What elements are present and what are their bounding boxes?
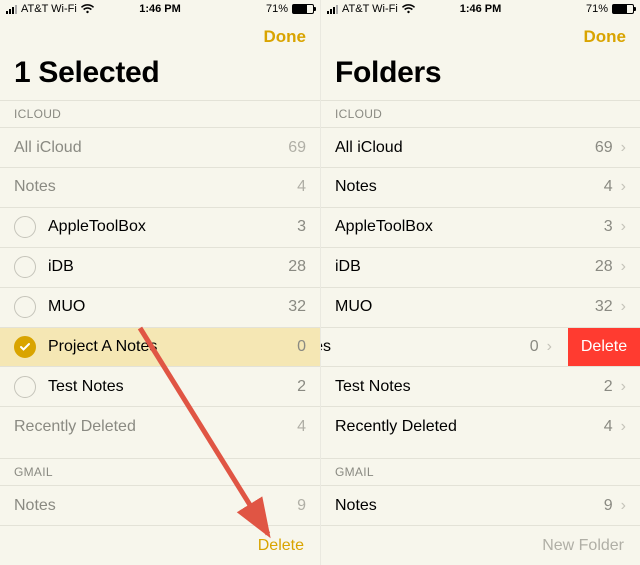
folder-label: Project A Notes	[48, 338, 289, 356]
folder-label: Test Notes	[48, 378, 289, 396]
row-idb[interactable]: iDB 28 ›	[321, 247, 640, 287]
folder-label: AppleToolBox	[335, 218, 596, 236]
section-header-icloud: ICLOUD	[321, 100, 640, 127]
select-circle-icon[interactable]	[14, 216, 36, 238]
folder-label: AppleToolBox	[48, 218, 289, 236]
toolbar: Delete	[0, 525, 320, 565]
folder-count: 4	[604, 418, 613, 436]
done-button[interactable]: Done	[584, 27, 627, 47]
folder-label: All iCloud	[335, 139, 587, 157]
row-notes: Notes 4	[0, 167, 320, 207]
folder-label: Test Notes	[335, 378, 596, 396]
nav-bar: Done	[0, 18, 320, 56]
phone-right: AT&T Wi-Fi 1:46 PM 71% Done Folders ICLO…	[320, 0, 640, 565]
folder-count: 3	[297, 218, 306, 236]
row-test-notes[interactable]: Test Notes 2	[0, 366, 320, 406]
chevron-right-icon: ›	[547, 338, 552, 356]
folder-label: MUO	[48, 298, 280, 316]
folder-label: Notes	[14, 178, 289, 196]
row-appletoolbox[interactable]: AppleToolBox 3	[0, 207, 320, 247]
folder-label: A Notes	[320, 338, 522, 356]
folder-count: 0	[297, 338, 306, 356]
row-gmail-notes[interactable]: Notes 9 ›	[321, 485, 640, 525]
folder-label: Notes	[335, 178, 596, 196]
chevron-right-icon: ›	[621, 418, 626, 436]
folder-count: 9	[604, 497, 613, 515]
folder-count: 0	[530, 338, 539, 356]
page-title: Folders	[321, 56, 640, 100]
folder-count: 69	[288, 139, 306, 157]
folder-label: Notes	[335, 497, 596, 515]
row-recently-deleted[interactable]: Recently Deleted 4 ›	[321, 406, 640, 446]
folder-label: Recently Deleted	[335, 418, 596, 436]
folder-count: 3	[604, 218, 613, 236]
row-all-icloud[interactable]: All iCloud 69 ›	[321, 127, 640, 167]
status-bar: AT&T Wi-Fi 1:46 PM 71%	[0, 0, 320, 18]
folder-count: 4	[297, 418, 306, 436]
clock: 1:46 PM	[321, 3, 640, 15]
row-all-icloud: All iCloud 69	[0, 127, 320, 167]
new-folder-button[interactable]: New Folder	[542, 537, 624, 555]
row-test-notes[interactable]: Test Notes 2 ›	[321, 366, 640, 406]
row-project-a[interactable]: Project A Notes 0	[0, 327, 320, 367]
chevron-right-icon: ›	[621, 497, 626, 515]
chevron-right-icon: ›	[621, 298, 626, 316]
nav-bar: Done	[321, 18, 640, 56]
folder-count: 32	[595, 298, 613, 316]
battery-icon	[612, 4, 634, 14]
row-recently-deleted: Recently Deleted 4	[0, 406, 320, 446]
row-muo[interactable]: MUO 32	[0, 287, 320, 327]
folder-label: iDB	[335, 258, 587, 276]
folder-count: 28	[595, 258, 613, 276]
folder-count: 9	[297, 497, 306, 515]
folder-count: 28	[288, 258, 306, 276]
done-button[interactable]: Done	[264, 27, 307, 47]
folder-label: All iCloud	[14, 139, 280, 157]
row-idb[interactable]: iDB 28	[0, 247, 320, 287]
select-circle-icon[interactable]	[14, 256, 36, 278]
select-circle-icon[interactable]	[14, 296, 36, 318]
status-bar: AT&T Wi-Fi 1:46 PM 71%	[321, 0, 640, 18]
folder-label: Notes	[14, 497, 289, 515]
chevron-right-icon: ›	[621, 178, 626, 196]
section-header-gmail: GMAIL	[0, 458, 320, 485]
folder-count: 2	[604, 378, 613, 396]
folder-label: MUO	[335, 298, 587, 316]
folder-count: 4	[604, 178, 613, 196]
delete-button[interactable]: Delete	[258, 537, 304, 555]
folder-count: 4	[297, 178, 306, 196]
phone-left: AT&T Wi-Fi 1:46 PM 71% Done 1 Selected I…	[0, 0, 320, 565]
toolbar: New Folder	[321, 525, 640, 565]
row-muo[interactable]: MUO 32 ›	[321, 287, 640, 327]
chevron-right-icon: ›	[621, 218, 626, 236]
folder-label: iDB	[48, 258, 280, 276]
folder-count: 69	[595, 139, 613, 157]
folder-count: 2	[297, 378, 306, 396]
select-circle-checked-icon[interactable]	[14, 336, 36, 358]
section-header-icloud: ICLOUD	[0, 100, 320, 127]
row-project-a-swiped[interactable]: A Notes 0 › Delete	[321, 327, 640, 367]
folder-count: 32	[288, 298, 306, 316]
chevron-right-icon: ›	[621, 139, 626, 157]
select-circle-icon[interactable]	[14, 376, 36, 398]
section-header-gmail: GMAIL	[321, 458, 640, 485]
clock: 1:46 PM	[0, 3, 320, 15]
battery-icon	[292, 4, 314, 14]
chevron-right-icon: ›	[621, 378, 626, 396]
row-notes[interactable]: Notes 4 ›	[321, 167, 640, 207]
chevron-right-icon: ›	[621, 258, 626, 276]
row-appletoolbox[interactable]: AppleToolBox 3 ›	[321, 207, 640, 247]
folder-label: Recently Deleted	[14, 418, 289, 436]
page-title: 1 Selected	[0, 56, 320, 100]
swipe-delete-button[interactable]: Delete	[568, 328, 640, 367]
row-gmail-notes: Notes 9	[0, 485, 320, 525]
